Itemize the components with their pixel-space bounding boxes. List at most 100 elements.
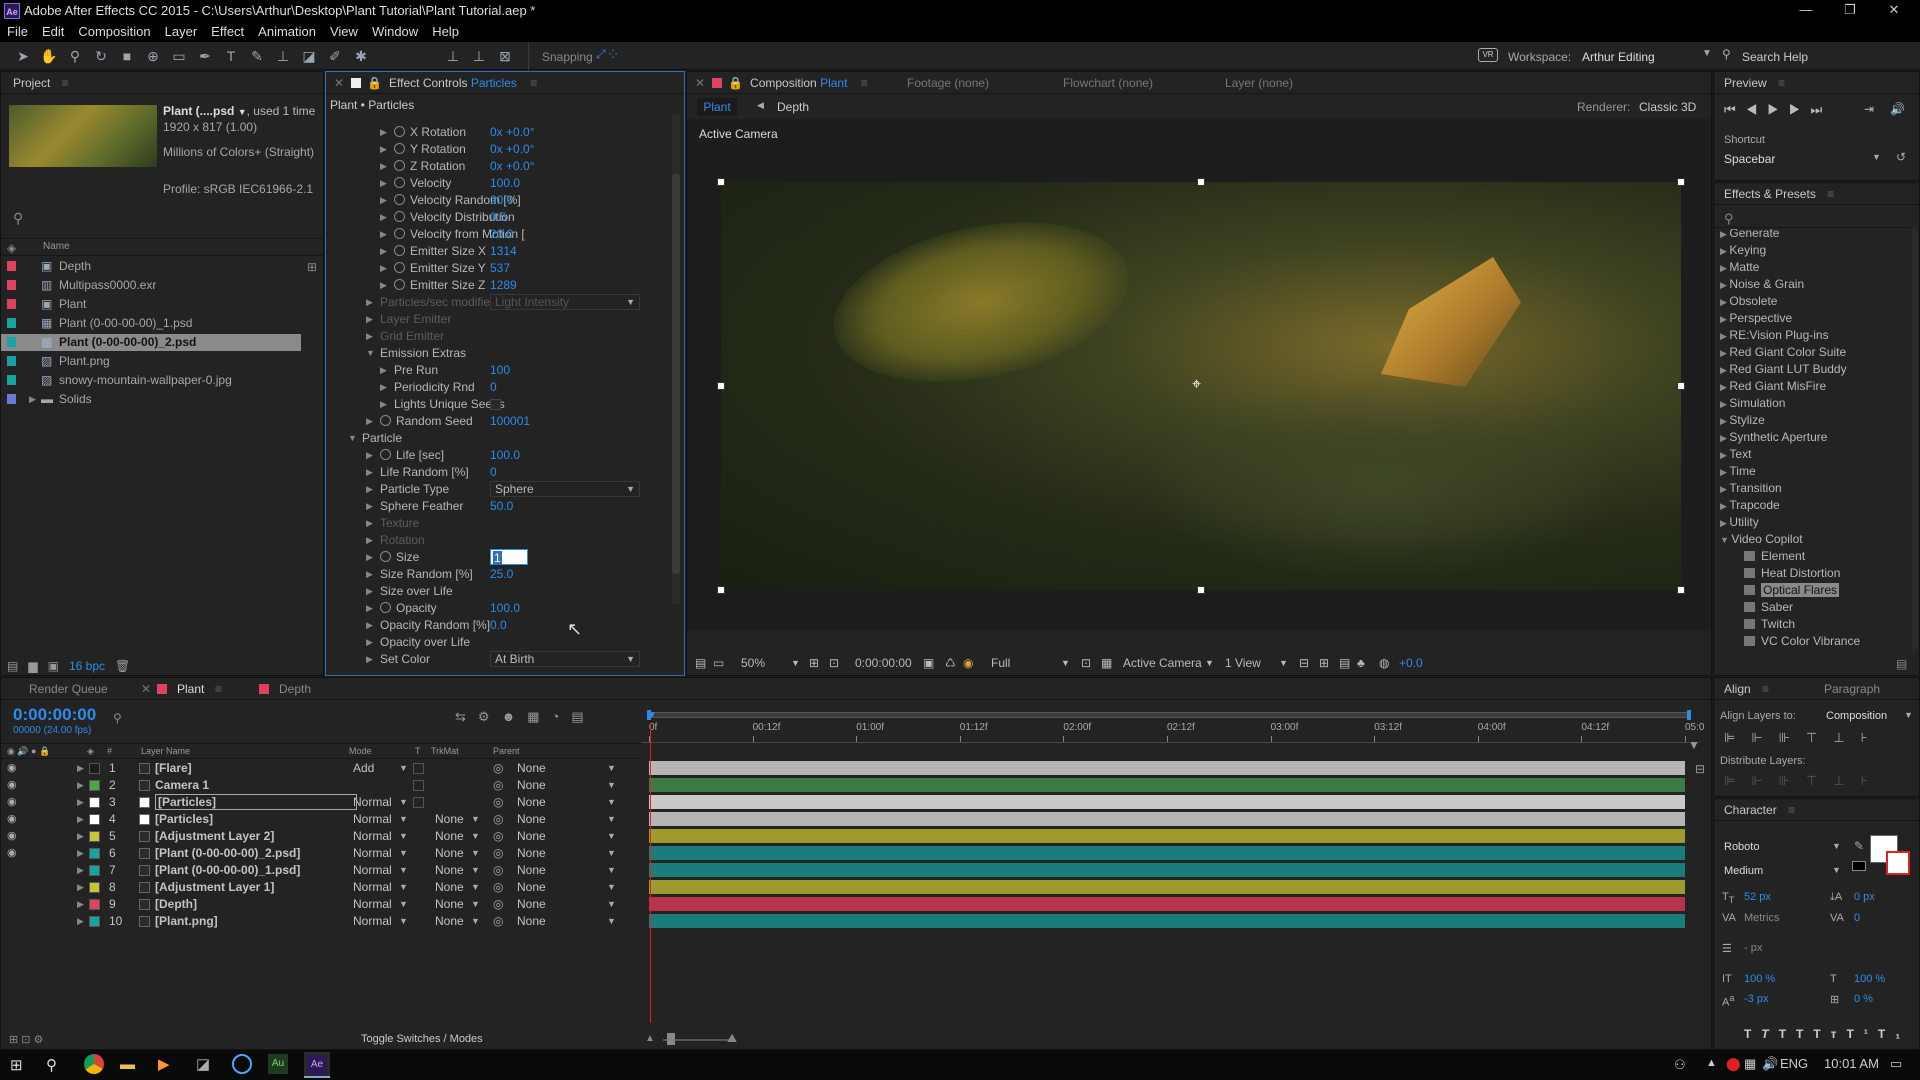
effect-property-row[interactable]: ▶ Rotation bbox=[326, 532, 666, 549]
title-safe-icon[interactable]: ⊡ bbox=[829, 652, 839, 674]
layer-color-label[interactable] bbox=[89, 848, 100, 859]
layer-name[interactable]: [Particles] bbox=[155, 811, 213, 828]
first-frame-icon[interactable]: ⏮ bbox=[1724, 102, 1746, 117]
workspace-chevron-down-icon[interactable]: ▼ bbox=[1702, 48, 1712, 59]
parent-select[interactable]: None bbox=[517, 879, 546, 896]
stopwatch-icon[interactable] bbox=[380, 415, 391, 426]
current-time-indicator-icon[interactable]: ▼ bbox=[647, 710, 657, 724]
shortcut-chevron-down-icon[interactable]: ▼ bbox=[1872, 152, 1881, 162]
layer-duration-bar[interactable] bbox=[649, 812, 1685, 826]
effect-item[interactable]: VC Color Vibrance bbox=[1744, 633, 1860, 650]
paragraph-tab[interactable]: Paragraph bbox=[1824, 678, 1880, 700]
effect-category[interactable]: ▶ Generate bbox=[1720, 229, 1779, 242]
render-queue-tab[interactable]: Render Queue bbox=[29, 678, 108, 700]
label-column-icon[interactable]: ◈ bbox=[87, 744, 94, 758]
effect-category[interactable]: ▶ Obsolete bbox=[1720, 293, 1777, 310]
expand-toggle-icon[interactable]: ▶ bbox=[366, 464, 373, 481]
expand-toggle-icon[interactable]: ▶ bbox=[366, 481, 373, 498]
expand-toggle-icon[interactable]: ▶ bbox=[366, 566, 373, 583]
trkmat-chevron-down-icon[interactable]: ▼ bbox=[471, 896, 480, 913]
camera-tool-icon[interactable]: ■ bbox=[117, 46, 137, 66]
expand-toggle-icon[interactable]: ▶ bbox=[380, 362, 387, 379]
work-area-end-handle[interactable] bbox=[1687, 710, 1691, 720]
expand-toggle-icon[interactable]: ▼ bbox=[1720, 535, 1731, 545]
view-layout-select[interactable]: 1 View bbox=[1225, 652, 1261, 674]
fit-icon[interactable]: ⊞ bbox=[809, 652, 819, 674]
effect-property-row[interactable]: ▶ Size over Life bbox=[326, 583, 666, 600]
expand-toggle-icon[interactable]: ▶ bbox=[380, 124, 387, 141]
property-select[interactable]: Sphere ▼ bbox=[490, 481, 640, 497]
layer-color-label[interactable] bbox=[89, 882, 100, 893]
property-checkbox[interactable] bbox=[490, 399, 501, 410]
new-folder-icon[interactable]: ▆ bbox=[28, 659, 37, 673]
mode-chevron-down-icon[interactable]: ▼ bbox=[399, 760, 408, 777]
effect-category[interactable]: ▶ Synthetic Aperture bbox=[1720, 429, 1827, 446]
expand-toggle-icon[interactable]: ▶ bbox=[380, 192, 387, 209]
vertical-scale-value[interactable]: 100 % bbox=[1744, 973, 1775, 985]
horizontal-scale-value[interactable]: 100 % bbox=[1854, 973, 1885, 985]
transform-handle[interactable] bbox=[1677, 382, 1685, 390]
video-visibility-icon[interactable]: ◉ bbox=[7, 811, 17, 828]
snapshot-icon[interactable]: ▣ bbox=[923, 652, 934, 674]
stroke-color-swatch[interactable] bbox=[1886, 851, 1910, 875]
last-frame-icon[interactable]: ⏭ bbox=[1811, 102, 1833, 117]
effect-property-row[interactable]: ▼ Emission Extras bbox=[326, 345, 666, 362]
comp-nav-plant[interactable]: Plant bbox=[697, 98, 737, 116]
expand-toggle-icon[interactable]: ▶ bbox=[1720, 314, 1729, 324]
effect-category[interactable]: ▶ Noise & Grain bbox=[1720, 276, 1804, 293]
effect-property-row[interactable]: ▼ Particle bbox=[326, 430, 666, 447]
work-area-bar[interactable] bbox=[649, 712, 1689, 718]
close-composition-icon[interactable]: ✕ bbox=[695, 76, 705, 90]
footage-tab[interactable]: Footage (none) bbox=[907, 72, 989, 94]
expand-toggle-icon[interactable]: ▼ bbox=[366, 345, 375, 362]
project-item[interactable]: ▣ Plant bbox=[1, 296, 301, 313]
parent-chevron-down-icon[interactable]: ▼ bbox=[607, 879, 616, 896]
menu-animation[interactable]: Animation bbox=[251, 22, 323, 41]
layer-row[interactable]: ◉ ▶ 4 [Particles] Normal ▼ None ▼ ◎ None ▼ bbox=[1, 811, 641, 828]
font-style-select[interactable]: Medium bbox=[1724, 865, 1763, 877]
transform-handle[interactable] bbox=[1677, 586, 1685, 594]
effect-item[interactable]: Twitch bbox=[1744, 616, 1795, 633]
play-icon[interactable]: ▶ bbox=[1767, 102, 1789, 117]
zoom-in-icon[interactable]: ⛰ bbox=[727, 1031, 737, 1046]
expand-toggle-icon[interactable]: ▶ bbox=[366, 634, 373, 651]
stopwatch-icon[interactable] bbox=[394, 211, 405, 222]
layer-row[interactable]: ◉ ▶ 1 [Flare] Add ▼ ◎ None ▼ bbox=[1, 760, 641, 777]
effect-property-row[interactable]: ▶ Life [sec] 100.0 bbox=[326, 447, 666, 464]
effect-item[interactable]: Element bbox=[1744, 548, 1805, 565]
property-value[interactable]: 0 bbox=[490, 464, 497, 481]
search-help-input[interactable]: Search Help bbox=[1742, 50, 1808, 64]
parent-chevron-down-icon[interactable]: ▼ bbox=[607, 811, 616, 828]
effect-property-row[interactable]: ▶ Velocity Distribution 0.5 bbox=[326, 209, 666, 226]
leading-value[interactable]: 0 px bbox=[1854, 891, 1875, 903]
effect-property-row[interactable]: ▶ Size 1 bbox=[326, 549, 666, 566]
media-icon[interactable]: ▶ bbox=[158, 1055, 170, 1073]
layer-expand-icon[interactable]: ▶ bbox=[77, 760, 84, 777]
layer-expand-icon[interactable]: ▶ bbox=[77, 896, 84, 913]
expand-toggle-icon[interactable]: ▶ bbox=[1720, 365, 1729, 375]
layer-expand-icon[interactable]: ▶ bbox=[77, 811, 84, 828]
layer-name[interactable]: [Plant (0-00-00-00)_1.psd] bbox=[155, 862, 300, 879]
expand-toggle-icon[interactable]: ▶ bbox=[380, 141, 387, 158]
timeline-current-time[interactable]: 0:00:00:00 bbox=[13, 705, 96, 725]
font-family-select[interactable]: Roboto bbox=[1724, 841, 1759, 853]
notifications-icon[interactable]: ▭ bbox=[1890, 1056, 1902, 1072]
effect-category[interactable]: ▶ Utility bbox=[1720, 514, 1759, 531]
expand-toggle-icon[interactable]: ▶ bbox=[380, 175, 387, 192]
black-swatch[interactable] bbox=[1852, 861, 1866, 871]
effect-item[interactable]: Heat Distortion bbox=[1744, 565, 1840, 582]
rotate-tool-icon[interactable]: ↻ bbox=[91, 46, 111, 66]
t-checkbox[interactable] bbox=[413, 797, 424, 808]
toggle-pixel-aspect-icon[interactable]: ⊟ bbox=[1299, 652, 1309, 674]
chrome-icon[interactable] bbox=[84, 1054, 104, 1074]
comp-button-icon[interactable]: ▼ bbox=[1688, 738, 1700, 752]
layer-row[interactable]: ◉ ▶ 2 Camera 1 ◎ None ▼ bbox=[1, 777, 641, 794]
previous-frame-icon[interactable]: ◀ bbox=[1746, 102, 1768, 117]
effect-category[interactable]: ▶ Perspective bbox=[1720, 310, 1792, 327]
effect-property-row[interactable]: ▶ Emitter Size X 1314 bbox=[326, 243, 666, 260]
trkmat-chevron-down-icon[interactable]: ▼ bbox=[471, 828, 480, 845]
layer-row[interactable]: ▶ 7 [Plant (0-00-00-00)_1.psd] Normal ▼ None ▼… bbox=[1, 862, 641, 879]
expand-toggle-icon[interactable]: ▶ bbox=[366, 311, 373, 328]
character-tab[interactable]: Character ≡ bbox=[1714, 799, 1919, 821]
trkmat-chevron-down-icon[interactable]: ▼ bbox=[471, 845, 480, 862]
